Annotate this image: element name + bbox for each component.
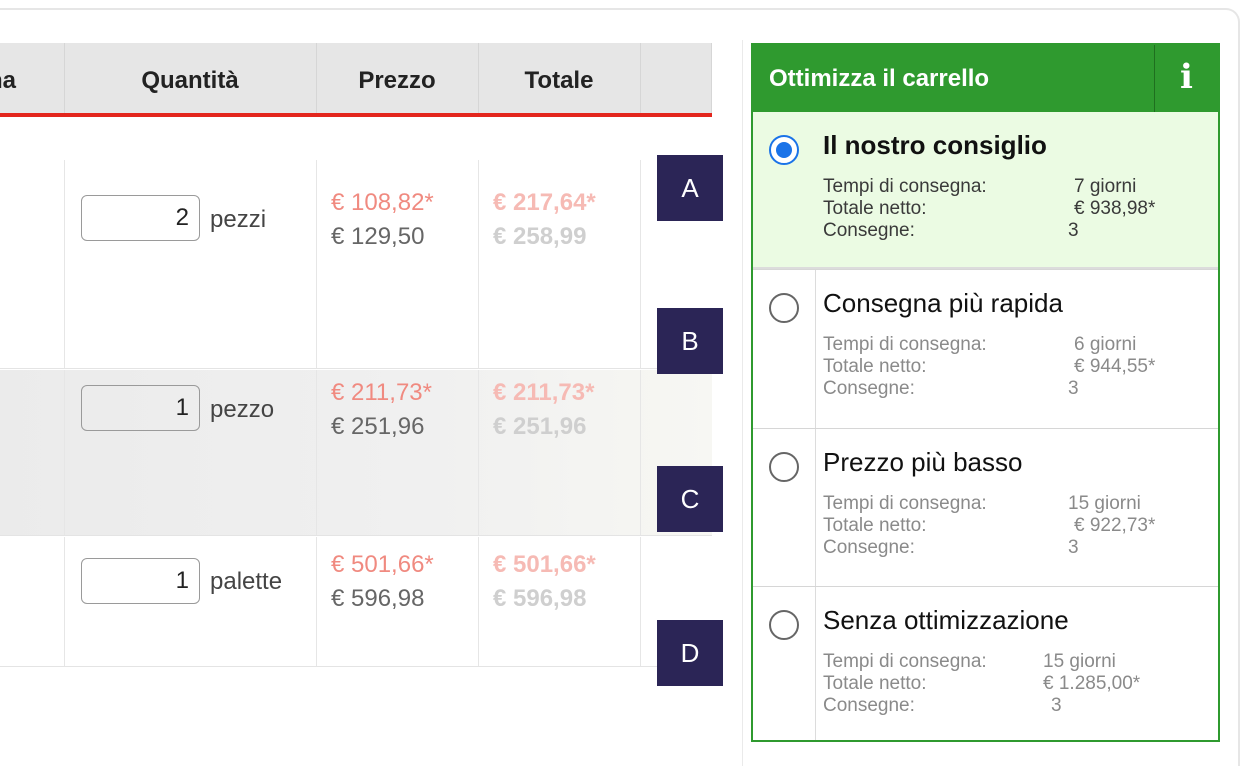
total-net: € 217,64* [493,189,596,216]
deliveries-value: 3 [1051,695,1062,716]
quantity-input[interactable]: 1 [81,385,200,431]
radio-button-selected[interactable] [769,135,799,165]
cell-divider [64,537,65,666]
panel-header: Ottimizza il carrello i [753,45,1218,112]
info-icon[interactable]: i [1154,45,1218,112]
cell-divider [64,160,65,368]
cell-divider [316,160,317,368]
option-no-optimization[interactable]: Senza ottimizzazione Tempi di consegna: … [753,586,1218,740]
total-gross: € 258,99 [493,223,587,250]
optimize-cart-panel: Ottimizza il carrello i Il nostro consig… [751,43,1220,742]
total-gross: € 596,98 [493,585,587,612]
unit-price-net: € 108,82* [331,189,434,216]
delivery-time-label: Tempi di consegna: [823,651,987,672]
quantity-unit: palette [210,568,283,595]
cell-divider [316,370,317,535]
option-title: Il nostro consiglio [823,130,1047,160]
unit-price-gross: € 129,50 [331,223,425,250]
delivery-time-value: 15 giorni [1068,493,1141,514]
total-gross: € 251,96 [493,413,587,440]
net-total-label: Totale netto: [823,673,927,694]
column-divider [742,40,743,766]
header-price[interactable]: Prezzo [316,43,478,113]
panel-title: Ottimizza il carrello [769,65,990,92]
deliveries-label: Consegne: [823,537,915,558]
cell-divider [640,537,641,666]
total-net: € 211,73* [493,379,595,406]
quantity-input[interactable]: 1 [81,558,200,604]
header-divider [64,43,65,113]
net-total-value: € 922,73* [1074,515,1156,536]
header-actions [640,43,712,113]
cell-divider [316,537,317,666]
header-divider [711,43,712,113]
marker-a: A [657,155,723,221]
net-total-value: € 1.285,00* [1043,673,1141,694]
quantity-unit: pezzi [210,206,267,233]
deliveries-value: 3 [1068,378,1079,399]
header-divider [316,43,317,113]
cell-divider [478,160,479,368]
marker-b: B [657,308,723,374]
unit-price-gross: € 251,96 [331,413,425,440]
deliveries-label: Consegne: [823,695,915,716]
delivery-time-label: Tempi di consegna: [823,334,987,355]
table-row: 2 pezzi € 108,82* € 129,50 € 217,64* € 2… [0,160,712,369]
option-title: Consegna più rapida [823,288,1063,318]
header-divider [640,43,641,113]
header-total[interactable]: Totale [478,43,640,113]
option-title: Prezzo più basso [823,447,1023,477]
quantity-input[interactable]: 2 [81,195,200,241]
delivery-time-value: 6 giorni [1074,334,1137,355]
unit-price-net: € 501,66* [331,551,434,578]
net-total-label: Totale netto: [823,356,927,377]
cell-divider [64,370,65,535]
header-name-truncated[interactable]: na [0,43,64,113]
net-total-label: Totale netto: [823,515,927,536]
net-total-value: € 944,55* [1074,356,1156,377]
net-total-label: Totale netto: [823,198,927,219]
deliveries-label: Consegne: [823,378,915,399]
cell-divider [640,160,641,368]
radio-button[interactable] [769,452,799,482]
delivery-time-value: 7 giorni [1074,176,1137,197]
table-header: na Quantità Prezzo Totale [0,43,712,117]
delivery-time-label: Tempi di consegna: [823,493,987,514]
quantity-unit: pezzo [210,396,275,423]
deliveries-label: Consegne: [823,220,915,241]
cell-divider [640,370,641,535]
header-quantity[interactable]: Quantità [64,43,316,113]
radio-button[interactable] [769,293,799,323]
table-row: 1 pezzo € 211,73* € 251,96 € 211,73* € 2… [0,370,712,536]
unit-price-gross: € 596,98 [331,585,425,612]
option-lowest-price[interactable]: Prezzo più basso Tempi di consegna: 15 g… [753,428,1218,586]
delivery-time-label: Tempi di consegna: [823,176,987,197]
net-total-value: € 938,98* [1074,198,1156,219]
cell-divider [478,370,479,535]
deliveries-value: 3 [1068,220,1079,241]
table-row: 1 palette € 501,66* € 596,98 € 501,66* €… [0,537,712,667]
marker-d: D [657,620,723,686]
cell-divider [478,537,479,666]
option-title: Senza ottimizzazione [823,605,1069,635]
deliveries-value: 3 [1068,537,1079,558]
option-recommended[interactable]: Il nostro consiglio Tempi di consegna: 7… [753,112,1218,269]
total-net: € 501,66* [493,551,596,578]
option-fastest-delivery[interactable]: Consegna più rapida Tempi di consegna: 6… [753,269,1218,428]
unit-price-net: € 211,73* [331,379,432,406]
header-divider [478,43,479,113]
radio-button[interactable] [769,610,799,640]
delivery-time-value: 15 giorni [1043,651,1116,672]
marker-c: C [657,466,723,532]
